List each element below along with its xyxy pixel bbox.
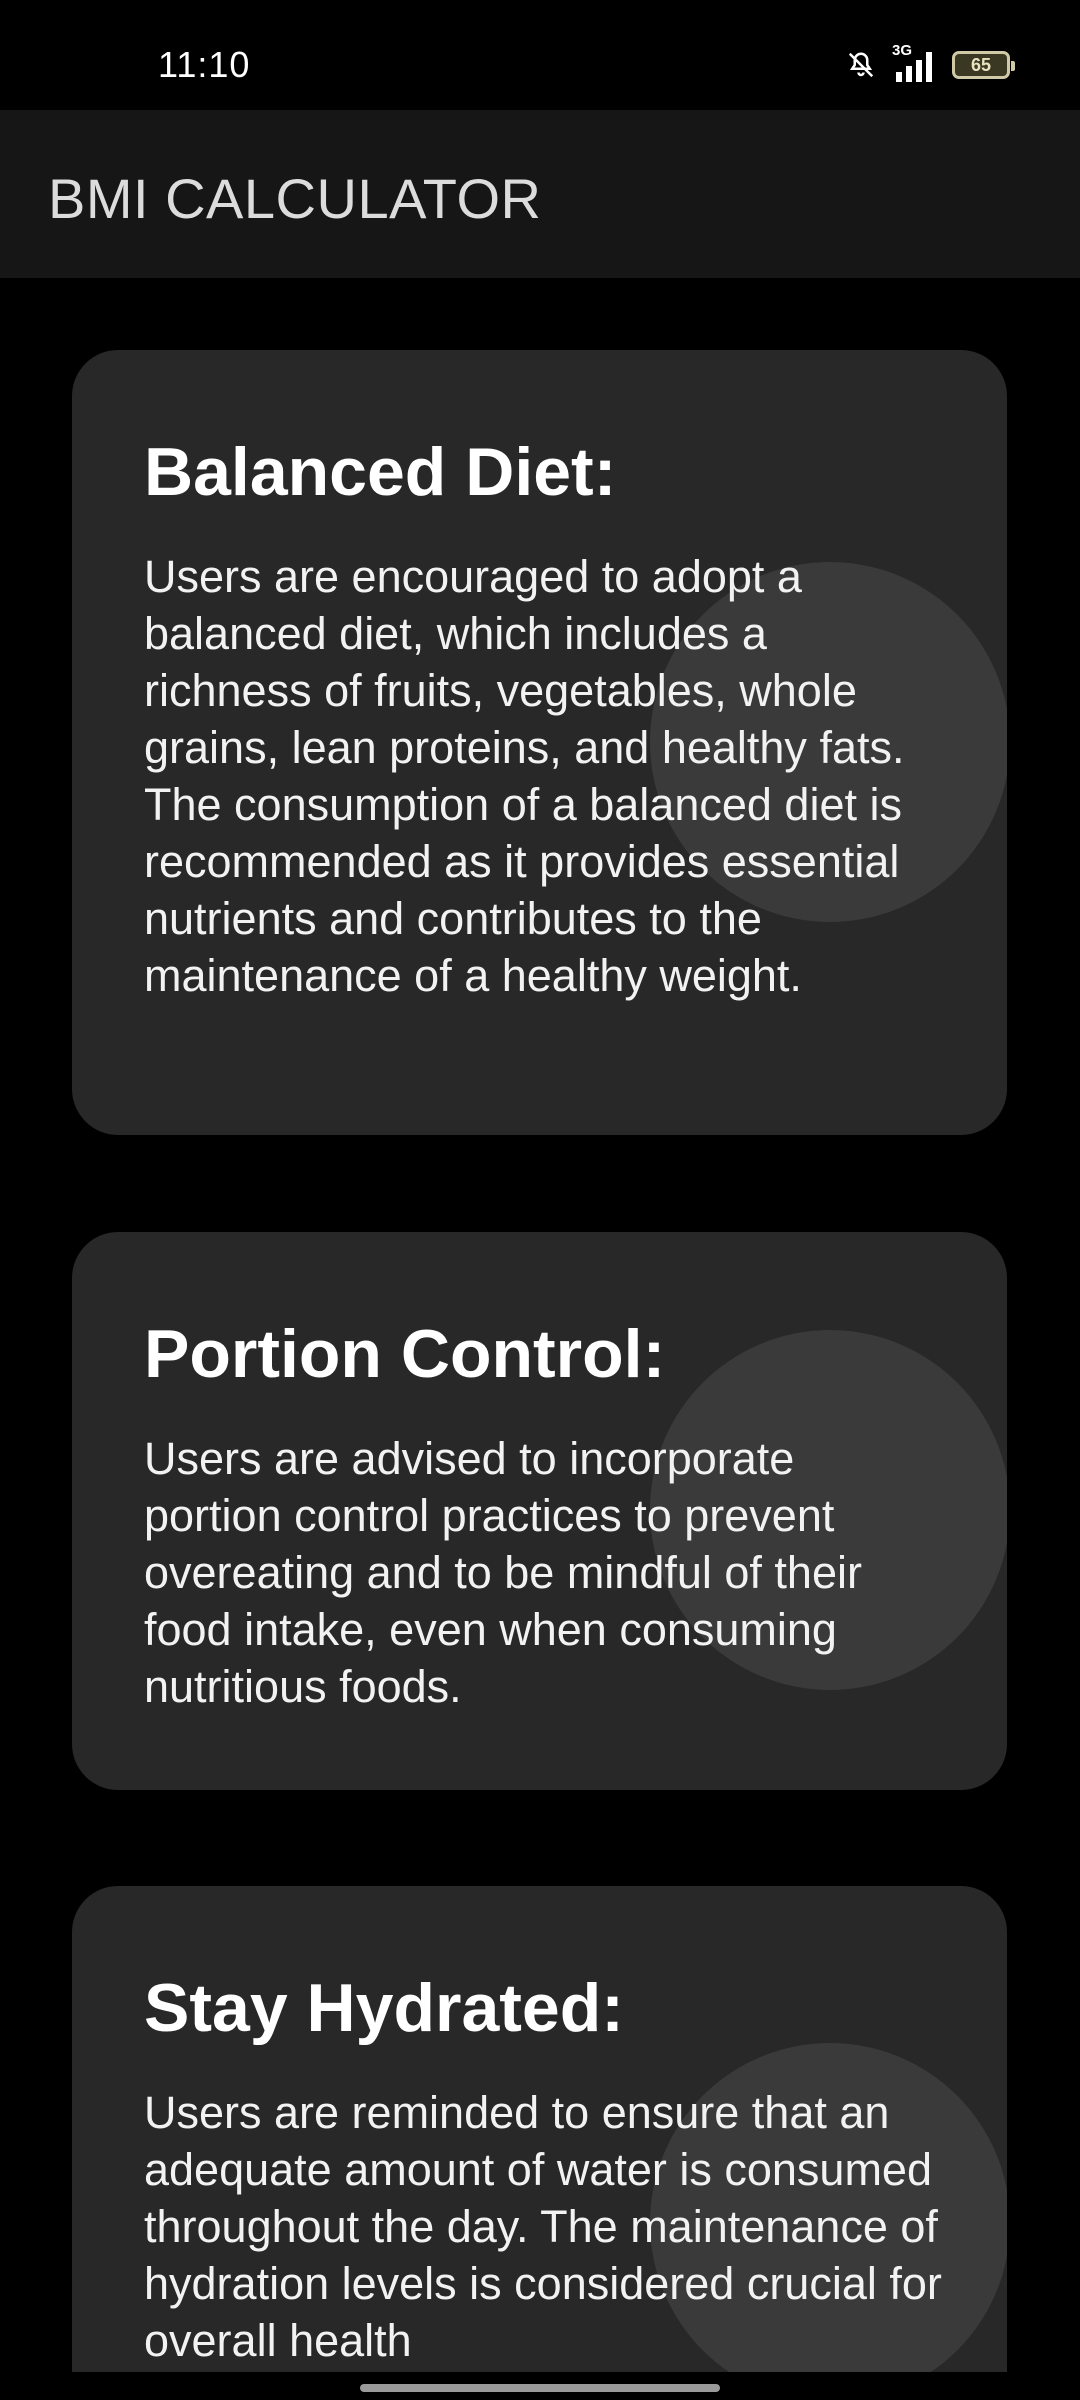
signal-3g-icon: 3G — [892, 42, 936, 82]
tip-card-body: Users are advised to incorporate portion… — [144, 1432, 862, 1712]
tip-card-title: Portion Control: — [144, 1316, 666, 1392]
tip-card-balanced-diet: Balanced Diet: Users are encouraged to a… — [72, 350, 1007, 1135]
tip-card-title: Balanced Diet: — [144, 434, 617, 510]
bell-off-icon — [846, 50, 876, 80]
tip-card-body: Users are reminded to ensure that an ade… — [144, 2086, 942, 2366]
status-bar: 11:10 3G 65 — [0, 0, 1080, 110]
tip-card-portion-control: Portion Control: Users are advised to in… — [72, 1232, 1007, 1790]
status-time: 11:10 — [158, 44, 251, 85]
gesture-nav-handle[interactable] — [360, 2384, 720, 2392]
tip-card-title: Stay Hydrated: — [144, 1970, 624, 2046]
tips-list[interactable]: Balanced Diet: Users are encouraged to a… — [0, 278, 1080, 2372]
tip-card-body: Users are encouraged to adopt a balanced… — [144, 550, 905, 1001]
status-icons: 3G 65 — [846, 42, 1015, 82]
battery-icon: 65 — [952, 51, 1015, 79]
battery-level: 65 — [970, 55, 992, 75]
app-bar: BMI CALCULATOR — [0, 110, 1080, 278]
tip-card-stay-hydrated: Stay Hydrated: Users are reminded to ens… — [72, 1886, 1007, 2372]
page-title: BMI CALCULATOR — [48, 167, 542, 230]
